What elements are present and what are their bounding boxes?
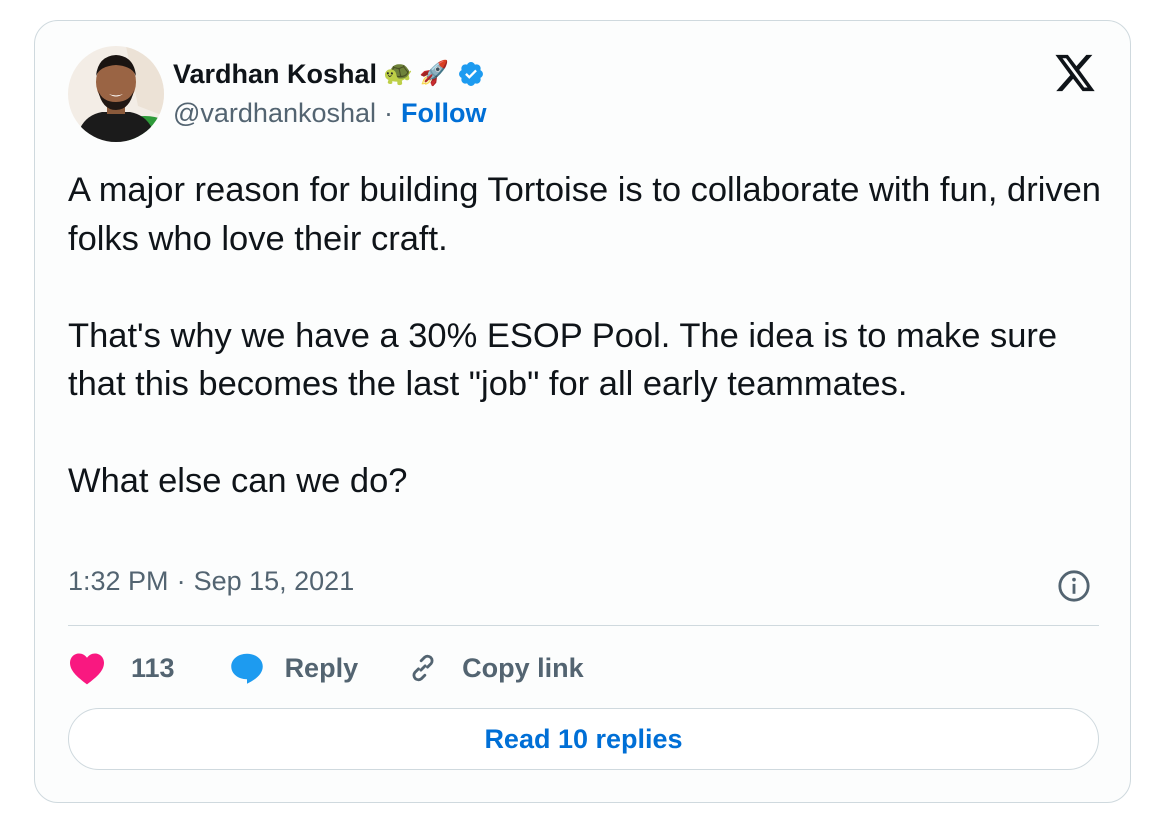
avatar[interactable] (68, 46, 164, 142)
read-replies-button[interactable]: Read 10 replies (68, 708, 1099, 770)
follow-link[interactable]: Follow (401, 98, 486, 129)
rocket-emoji: 🚀 (418, 60, 449, 87)
timestamp-separator: · (176, 566, 186, 596)
tweet-time[interactable]: 1:32 PM (68, 566, 169, 597)
tweet-date[interactable]: Sep 15, 2021 (194, 566, 355, 597)
tweet-timestamp[interactable]: 1:32 PM · Sep 15, 2021 (68, 566, 354, 597)
author-handle-row: @vardhankoshal · Follow (173, 98, 487, 129)
info-icon[interactable] (1057, 569, 1091, 603)
copy-link-label: Copy link (462, 652, 584, 683)
author-name-row: Vardhan Koshal 🐢 🚀 (173, 56, 485, 92)
reply-bubble-icon (230, 653, 263, 684)
link-icon (412, 654, 434, 682)
x-logo-icon[interactable] (1052, 53, 1098, 93)
read-replies-label: Read 10 replies (484, 723, 683, 754)
verified-badge-icon (458, 62, 483, 86)
turtle-emoji: 🐢 (383, 60, 413, 87)
author-display-name[interactable]: Vardhan Koshal (173, 59, 377, 90)
heart-icon (70, 653, 104, 685)
author-handle[interactable]: @vardhankoshal (173, 98, 376, 129)
handle-separator: · (384, 98, 394, 128)
reply-button[interactable]: Reply (229, 650, 359, 686)
action-bar: 113 Reply Copy link (68, 646, 584, 690)
tweet-text: A major reason for building Tortoise is … (68, 171, 1101, 500)
divider (68, 625, 1099, 626)
reply-label: Reply (284, 652, 359, 683)
like-button[interactable]: 113 (68, 651, 175, 685)
like-count: 113 (131, 652, 175, 683)
copy-link-button[interactable]: Copy link (406, 651, 584, 685)
